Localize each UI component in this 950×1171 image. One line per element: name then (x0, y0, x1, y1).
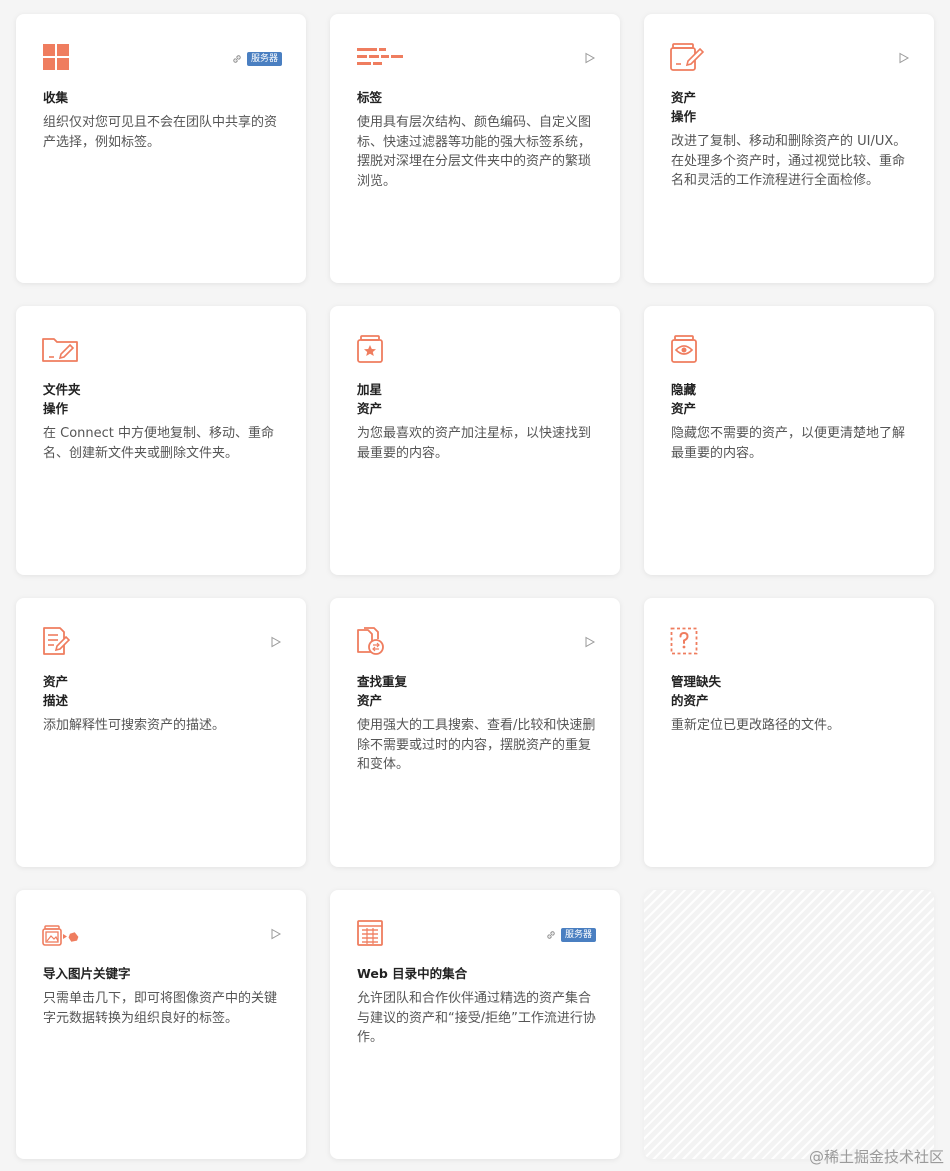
corner-actions (270, 928, 282, 940)
card-title: 查找重复 资产 (357, 674, 408, 708)
card-hidden-assets[interactable]: 隐藏 资产 隐藏您不需要的资产，以便更清楚地了解最重要的内容。 (644, 306, 934, 575)
card-description: 只需单击几下，即可将图像资产中的关键字元数据转换为组织良好的标签。 (43, 991, 278, 1026)
card-description: 隐藏您不需要的资产，以便更清楚地了解最重要的内容。 (671, 426, 906, 461)
card-find-duplicates[interactable]: 查找重复 资产 使用强大的工具搜索、查看/比较和快速删除不需要或过时的内容，摆脱… (330, 598, 620, 867)
star-asset-icon (356, 335, 384, 363)
feature-grid: 服务器 收集 组织仅对您可见且不会在团队中共享的资产选择，例如标签。 标签 使用… (0, 0, 950, 1171)
play-icon[interactable] (584, 636, 596, 648)
corner-actions: 服务器 (231, 52, 282, 66)
card-description: 使用强大的工具搜索、查看/比较和快速删除不需要或过时的内容，摆脱资产的重复和变体… (357, 718, 596, 772)
server-badge: 服务器 (246, 52, 282, 66)
server-badge: 服务器 (560, 928, 596, 942)
play-icon[interactable] (270, 928, 282, 940)
card-description: 为您最喜欢的资产加注星标，以快速找到最重要的内容。 (357, 426, 592, 461)
watermark: @稀土掘金技术社区 (808, 1148, 944, 1166)
description-icon (42, 627, 70, 655)
card-description: 改进了复制、移动和删除资产的 UI/UX。在处理多个资产时，通过视觉比较、重命名… (671, 134, 907, 188)
asset-edit-icon (670, 43, 704, 71)
card-description: 重新定位已更改路径的文件。 (671, 718, 841, 733)
corner-actions: 服务器 (545, 928, 596, 942)
card-description: 添加解释性可搜索资产的描述。 (43, 718, 226, 733)
card-asset-description[interactable]: 资产 描述 添加解释性可搜索资产的描述。 (16, 598, 306, 867)
card-title: 收集 (43, 90, 69, 105)
card-title: 标签 (357, 90, 383, 105)
card-import-image-keywords[interactable]: 导入图片关键字 只需单击几下，即可将图像资产中的关键字元数据转换为组织良好的标签… (16, 890, 306, 1159)
corner-actions (584, 636, 596, 648)
card-asset-operations[interactable]: 资产 操作 改进了复制、移动和删除资产的 UI/UX。在处理多个资产时，通过视觉… (644, 14, 934, 283)
card-title: Web 目录中的集合 (357, 966, 468, 981)
card-title: 管理缺失 的资产 (671, 674, 722, 708)
card-description: 在 Connect 中方便地复制、移动、重命名、创建新文件夹或删除文件夹。 (43, 426, 275, 461)
card-title: 文件夹 操作 (43, 382, 81, 416)
card-title: 隐藏 资产 (671, 382, 697, 416)
card-title: 加星 资产 (357, 382, 383, 416)
link-icon[interactable] (231, 53, 243, 65)
card-description: 允许团队和合作伙伴通过精选的资产集合与建议的资产和“接受/拒绝”工作流进行协作。 (357, 991, 596, 1045)
duplicate-icon (356, 627, 384, 655)
card-description: 组织仅对您可见且不会在团队中共享的资产选择，例如标签。 (43, 115, 278, 150)
folder-edit-icon (42, 335, 78, 363)
web-catalog-icon (356, 919, 384, 947)
corner-actions (898, 52, 910, 64)
play-icon[interactable] (584, 52, 596, 64)
card-web-catalog-collections[interactable]: 服务器 Web 目录中的集合 允许团队和合作伙伴通过精选的资产集合与建议的资产和… (330, 890, 620, 1159)
missing-asset-icon (670, 627, 698, 655)
play-icon[interactable] (270, 636, 282, 648)
card-title: 导入图片关键字 (43, 966, 131, 981)
card-title: 资产 操作 (671, 90, 697, 124)
card-collections[interactable]: 服务器 收集 组织仅对您可见且不会在团队中共享的资产选择，例如标签。 (16, 14, 306, 283)
card-folder-operations[interactable]: 文件夹 操作 在 Connect 中方便地复制、移动、重命名、创建新文件夹或删除… (16, 306, 306, 575)
corner-actions (584, 52, 596, 64)
image-keyword-icon (42, 922, 80, 950)
hidden-asset-icon (670, 335, 698, 363)
card-starred-assets[interactable]: 加星 资产 为您最喜欢的资产加注星标，以快速找到最重要的内容。 (330, 306, 620, 575)
tags-icon (356, 43, 404, 71)
card-missing-assets[interactable]: 管理缺失 的资产 重新定位已更改路径的文件。 (644, 598, 934, 867)
card-tags[interactable]: 标签 使用具有层次结构、颜色编码、自定义图标、快速过滤器等功能的强大标签系统，摆… (330, 14, 620, 283)
card-description: 使用具有层次结构、颜色编码、自定义图标、快速过滤器等功能的强大标签系统，摆脱对深… (357, 115, 592, 189)
card-title: 资产 描述 (43, 674, 69, 708)
empty-placeholder-card (644, 890, 934, 1159)
grid-icon (42, 43, 70, 71)
corner-actions (270, 636, 282, 648)
link-icon[interactable] (545, 929, 557, 941)
play-icon[interactable] (898, 52, 910, 64)
